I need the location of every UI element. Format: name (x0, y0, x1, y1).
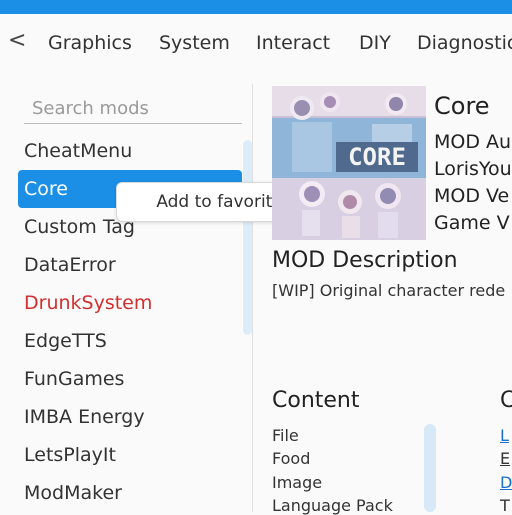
tab-system[interactable]: System (159, 32, 230, 54)
mod-item-imba-energy[interactable]: IMBA Energy (18, 398, 242, 436)
content-scrollbar[interactable] (424, 424, 436, 512)
panel-divider (252, 84, 253, 512)
back-chevron-icon[interactable]: < (8, 28, 26, 53)
right-col-link-1[interactable]: L (500, 426, 509, 445)
content-heading: Content (272, 388, 360, 413)
search-input[interactable] (24, 94, 242, 124)
mod-item-edgetts[interactable]: EdgeTTS (18, 322, 242, 360)
mod-author-label: MOD Au (434, 131, 512, 153)
mod-item-letsplayit[interactable]: LetsPlayIt (18, 436, 242, 474)
mod-preview-image: CORE (272, 86, 426, 240)
content-item-image: Image (272, 473, 323, 492)
mod-item-dataerror[interactable]: DataError (18, 246, 242, 284)
right-column-heading: C (500, 388, 512, 413)
tab-diy[interactable]: DIY (359, 32, 391, 54)
mod-version-label: MOD Ve (434, 185, 510, 207)
right-col-item-2: E (500, 449, 511, 468)
tab-interact[interactable]: Interact (256, 32, 330, 54)
sidebar-scrollbar[interactable] (243, 140, 252, 335)
top-accent-bar (0, 0, 512, 14)
preview-logo-text: CORE (348, 143, 406, 171)
mod-list-sidebar: CheatMenu Core Custom Tag DataError Drun… (0, 84, 252, 512)
mod-item-fungames[interactable]: FunGames (18, 360, 242, 398)
preview-art: CORE (272, 86, 426, 240)
mod-author-value: LorisYou (434, 158, 512, 180)
content-item-food: Food (272, 449, 311, 468)
game-version-label: Game V (434, 212, 510, 234)
content-item-file: File (272, 426, 299, 445)
right-col-link-3[interactable]: D (500, 473, 512, 492)
mod-title: Core (434, 92, 490, 120)
content-item-language-pack: Language Pack (272, 496, 393, 515)
tab-bar: < Graphics System Interact DIY Diagnosti… (0, 26, 512, 64)
mod-item-cheatmenu[interactable]: CheatMenu (18, 132, 242, 170)
tab-graphics[interactable]: Graphics (48, 32, 132, 54)
description-heading: MOD Description (272, 248, 458, 273)
description-text: [WIP] Original character rede (272, 281, 506, 300)
right-col-item-4: T (500, 496, 510, 515)
mod-item-modmaker[interactable]: ModMaker (18, 474, 242, 512)
tab-diagnostic[interactable]: Diagnostic (417, 32, 512, 54)
mod-item-drunksystem[interactable]: DrunkSystem (18, 284, 242, 322)
